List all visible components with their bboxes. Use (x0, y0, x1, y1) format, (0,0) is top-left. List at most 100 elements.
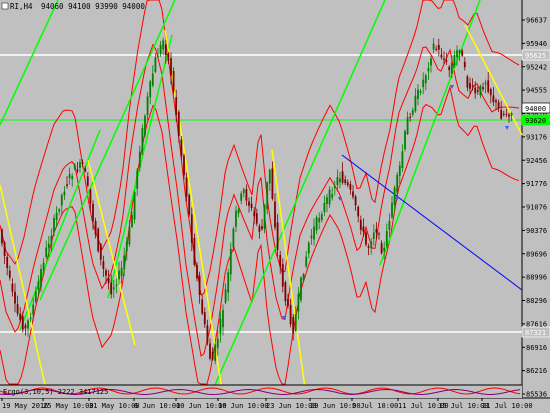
price-tick-label: 88996 (526, 274, 547, 282)
candle-body (120, 267, 123, 277)
indicator-window: Ergo(3,10,5) 2222 3417125 (0, 384, 522, 398)
candle-body (375, 229, 378, 233)
candle-body (92, 203, 94, 222)
candle-body (502, 113, 505, 115)
price-tick-label: 92456 (526, 157, 547, 165)
candle-body (154, 57, 157, 72)
candle-body (292, 316, 295, 334)
candle-body (398, 165, 401, 176)
candle-body (81, 162, 84, 164)
chart-window-icon (1, 2, 9, 10)
candle-body (266, 182, 269, 210)
candle-body (362, 226, 365, 232)
candle-body (224, 289, 227, 303)
candle-body (313, 226, 315, 240)
candle-body (63, 191, 66, 196)
candle-body (240, 193, 243, 201)
candle-body (185, 177, 188, 197)
candle-body (469, 82, 471, 89)
candle-body (68, 174, 71, 178)
candle-body (209, 343, 211, 359)
candle-body (42, 262, 45, 271)
candle-body (86, 176, 89, 186)
candle-body (443, 58, 445, 60)
candle-body (89, 189, 92, 204)
candle-body (73, 164, 76, 170)
candle-body (354, 196, 357, 206)
candle-body (396, 174, 399, 193)
time-tick-label: 16 Jun 10:00 (218, 402, 269, 410)
candle-body (229, 248, 232, 275)
candle-body (99, 244, 102, 260)
candle-body (8, 270, 11, 278)
candle-body (66, 184, 68, 186)
candle-body (409, 116, 412, 118)
candle-body (279, 254, 282, 267)
candle-body (34, 291, 37, 302)
candle-body (107, 278, 110, 283)
candle-body (333, 186, 336, 188)
candle-body (471, 85, 474, 87)
candle-body (393, 187, 396, 205)
candle-body (461, 50, 464, 56)
candle-body (495, 100, 497, 103)
candle-body (149, 81, 152, 98)
candle-body (307, 242, 310, 254)
price-tick-label: 85536 (526, 391, 547, 399)
candle-body (232, 228, 235, 248)
candle-body (211, 352, 214, 360)
price-tick-label: 86916 (526, 344, 547, 352)
price-tick-label: 94555 (526, 87, 547, 95)
candle-body (203, 312, 206, 325)
candle-body (180, 139, 183, 157)
candle-body (198, 275, 201, 295)
candle-body (123, 255, 126, 269)
candle-body (172, 71, 175, 92)
candle-body (144, 115, 146, 136)
candle-body (505, 113, 508, 115)
candle-body (411, 110, 414, 115)
candle-body (414, 95, 417, 112)
candle-body (331, 194, 334, 198)
candle-body (276, 222, 279, 251)
candle-body (448, 66, 451, 70)
candle-body (422, 79, 425, 88)
candle-body (453, 55, 456, 66)
candle-body (289, 304, 292, 325)
candle-body (432, 43, 435, 50)
candle-body (424, 75, 427, 84)
candle-body (458, 50, 461, 54)
candle-body (248, 201, 250, 206)
candle-body (445, 60, 448, 62)
candle-body (60, 195, 63, 206)
candle-body (125, 241, 128, 252)
candle-body (372, 232, 375, 239)
candle-body (55, 212, 58, 220)
time-tick-label: 5 Jul 10:00 (352, 402, 398, 410)
candle-body (284, 282, 287, 302)
candle-body (435, 48, 438, 50)
candle-body (136, 170, 139, 189)
candle-body (110, 282, 113, 295)
candle-body (216, 338, 219, 348)
candle-body (323, 203, 326, 212)
candle-body (170, 58, 172, 76)
candle-body (71, 176, 74, 180)
price-tick-label: 91076 (526, 204, 547, 212)
candle-body (336, 177, 339, 185)
candle-body (1, 229, 3, 244)
candle-body (378, 233, 380, 235)
price-chart[interactable]: Ergo(3,10,5) 2222 3417125 RI,H4 94060 94… (0, 0, 550, 413)
candle-body (112, 287, 115, 290)
candle-body (245, 189, 248, 201)
price-label-text: 87321 (525, 329, 546, 337)
candle-body (417, 89, 419, 100)
candle-body (24, 325, 27, 329)
candle-body (201, 299, 204, 314)
indicator-label: Ergo(3,10,5) 2222 3417125 (3, 388, 108, 396)
candle-body (11, 283, 14, 292)
candle-body (456, 50, 458, 58)
candle-body (383, 247, 386, 252)
candle-body (302, 274, 305, 281)
candle-body (320, 214, 323, 221)
